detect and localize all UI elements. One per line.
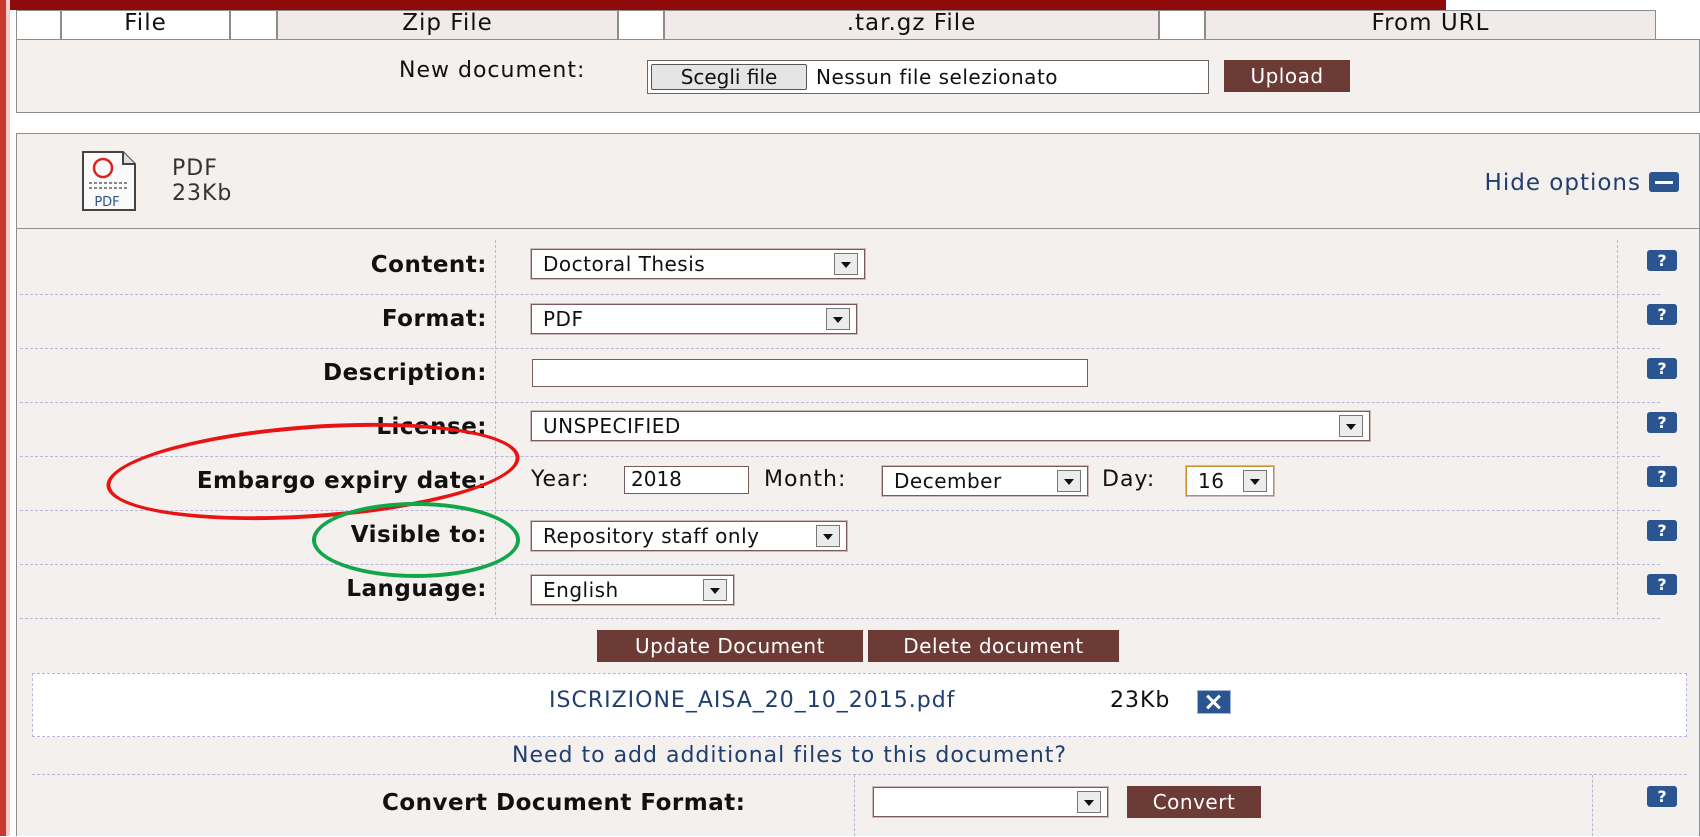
- delete-document-button[interactable]: Delete document: [868, 630, 1119, 662]
- visible-to-value: Repository staff only: [543, 524, 760, 548]
- tab-spacer: [1159, 10, 1205, 40]
- help-icon[interactable]: ?: [1647, 574, 1677, 595]
- tab-spacer: [618, 10, 664, 40]
- hide-options-link[interactable]: Hide options: [1485, 170, 1641, 196]
- month-label: Month:: [764, 467, 847, 492]
- format-label: Format:: [381, 306, 487, 332]
- tab-zip-file[interactable]: Zip File: [277, 10, 618, 40]
- annotation-green-ellipse: [312, 502, 520, 578]
- help-icon[interactable]: ?: [1647, 304, 1677, 325]
- help-icon[interactable]: ?: [1647, 786, 1677, 807]
- day-value: 16: [1198, 469, 1225, 493]
- language-value: English: [543, 578, 619, 602]
- chevron-down-icon: [1339, 415, 1363, 437]
- document-size: 23Kb: [172, 181, 233, 206]
- description-input[interactable]: [532, 359, 1088, 387]
- help-icon[interactable]: ?: [1647, 250, 1677, 271]
- convert-format-label: Convert Document Format:: [382, 790, 746, 816]
- chevron-down-icon: [834, 253, 858, 275]
- help-icon[interactable]: ?: [1647, 358, 1677, 379]
- tab-spacer: [230, 10, 277, 40]
- license-value: UNSPECIFIED: [543, 414, 681, 438]
- convert-row: [32, 774, 1687, 837]
- chevron-down-icon: [826, 308, 850, 330]
- content-label: Content:: [370, 252, 487, 278]
- chevron-down-icon: [1243, 470, 1267, 492]
- day-select[interactable]: 16: [1186, 466, 1274, 496]
- choose-file-button[interactable]: Scegli file: [651, 64, 807, 90]
- month-value: December: [894, 469, 1002, 493]
- tab-spacer: [16, 10, 61, 40]
- chevron-down-icon: [1077, 791, 1101, 813]
- format-value: PDF: [543, 307, 584, 331]
- pdf-file-icon: PDF: [82, 151, 136, 211]
- year-input[interactable]: 2018: [624, 466, 749, 494]
- document-info: PDF 23Kb: [172, 156, 232, 206]
- file-size: 23Kb: [1110, 688, 1171, 713]
- content-select[interactable]: Doctoral Thesis: [531, 249, 865, 279]
- help-icon[interactable]: ?: [1647, 466, 1677, 487]
- chevron-down-icon: [703, 579, 727, 601]
- panel-divider: [17, 228, 1699, 229]
- left-brand-bar-light: [6, 0, 10, 836]
- field-row-language: Language:: [20, 564, 1660, 619]
- month-select[interactable]: December: [882, 466, 1088, 496]
- format-select[interactable]: PDF: [531, 304, 857, 334]
- upload-button[interactable]: Upload: [1224, 60, 1350, 92]
- top-brand-bar: [0, 0, 1446, 10]
- file-link[interactable]: ISCRIZIONE_AISA_20_10_2015.pdf: [549, 688, 955, 713]
- convert-format-select[interactable]: [873, 787, 1108, 817]
- column-divider: [854, 775, 855, 836]
- help-icon[interactable]: ?: [1647, 520, 1677, 541]
- column-divider: [1592, 775, 1593, 836]
- new-document-label: New document:: [399, 58, 586, 83]
- day-label: Day:: [1102, 467, 1156, 492]
- language-select[interactable]: English: [531, 575, 734, 605]
- tab-file[interactable]: File: [61, 10, 230, 40]
- tab-from-url[interactable]: From URL: [1205, 10, 1656, 40]
- language-label: Language:: [346, 576, 487, 602]
- delete-file-icon[interactable]: [1197, 690, 1231, 714]
- description-label: Description:: [323, 360, 487, 386]
- help-icon[interactable]: ?: [1647, 412, 1677, 433]
- chevron-down-icon: [1057, 470, 1081, 492]
- document-type: PDF: [172, 156, 218, 181]
- pdf-icon-label: PDF: [94, 195, 119, 210]
- visible-to-select[interactable]: Repository staff only: [531, 521, 847, 551]
- year-label: Year:: [531, 467, 590, 492]
- upload-panel: New document: Scegli file Nessun file se…: [16, 39, 1700, 113]
- file-input[interactable]: Scegli file Nessun file selezionato: [647, 60, 1209, 94]
- update-document-button[interactable]: Update Document: [597, 630, 863, 662]
- convert-button[interactable]: Convert: [1127, 786, 1261, 818]
- tab-tar-gz-file[interactable]: .tar.gz File: [664, 10, 1159, 40]
- chevron-down-icon: [816, 525, 840, 547]
- add-files-link[interactable]: Need to add additional files to this doc…: [512, 743, 1067, 768]
- license-select[interactable]: UNSPECIFIED: [531, 411, 1370, 441]
- collapse-icon[interactable]: [1649, 172, 1679, 192]
- file-status: Nessun file selezionato: [816, 65, 1059, 89]
- content-value: Doctoral Thesis: [543, 252, 706, 276]
- file-row: ISCRIZIONE_AISA_20_10_2015.pdf 23Kb: [32, 673, 1687, 737]
